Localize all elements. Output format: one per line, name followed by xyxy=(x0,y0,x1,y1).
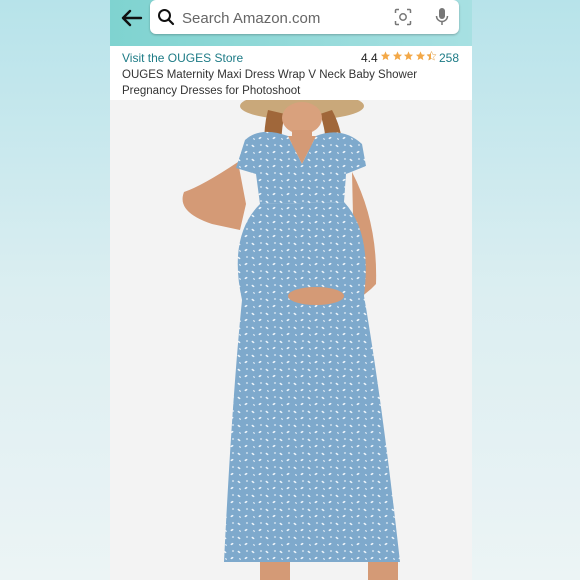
review-count[interactable]: 258 xyxy=(439,51,459,65)
product-photo-illustration xyxy=(182,92,400,580)
half-star-icon xyxy=(426,50,437,61)
star-icon xyxy=(415,51,425,61)
product-info-panel: Visit the OUGES Store 4.4 258 OUGES Mate… xyxy=(110,46,472,100)
arm-left xyxy=(182,162,246,230)
store-link[interactable]: Visit the OUGES Store xyxy=(122,51,243,65)
search-icon xyxy=(157,8,175,31)
star-icon xyxy=(392,51,402,61)
search-input[interactable] xyxy=(180,5,384,31)
background-right xyxy=(470,0,580,580)
product-title: OUGES Maternity Maxi Dress Wrap V Neck B… xyxy=(122,69,418,97)
phone-screenshot: Visit the OUGES Store 4.4 258 OUGES Mate… xyxy=(110,0,472,580)
star-rating[interactable] xyxy=(380,50,438,64)
top-search-bar xyxy=(110,0,472,46)
star-icon xyxy=(403,51,414,61)
star-icon xyxy=(380,51,391,61)
product-image[interactable] xyxy=(110,92,472,580)
camera-scan-icon[interactable] xyxy=(394,8,412,31)
microphone-icon[interactable] xyxy=(434,7,450,32)
background-left xyxy=(0,0,110,580)
back-arrow-icon[interactable] xyxy=(118,6,146,30)
search-box[interactable] xyxy=(150,0,459,34)
rating-value: 4.4 xyxy=(361,51,378,65)
